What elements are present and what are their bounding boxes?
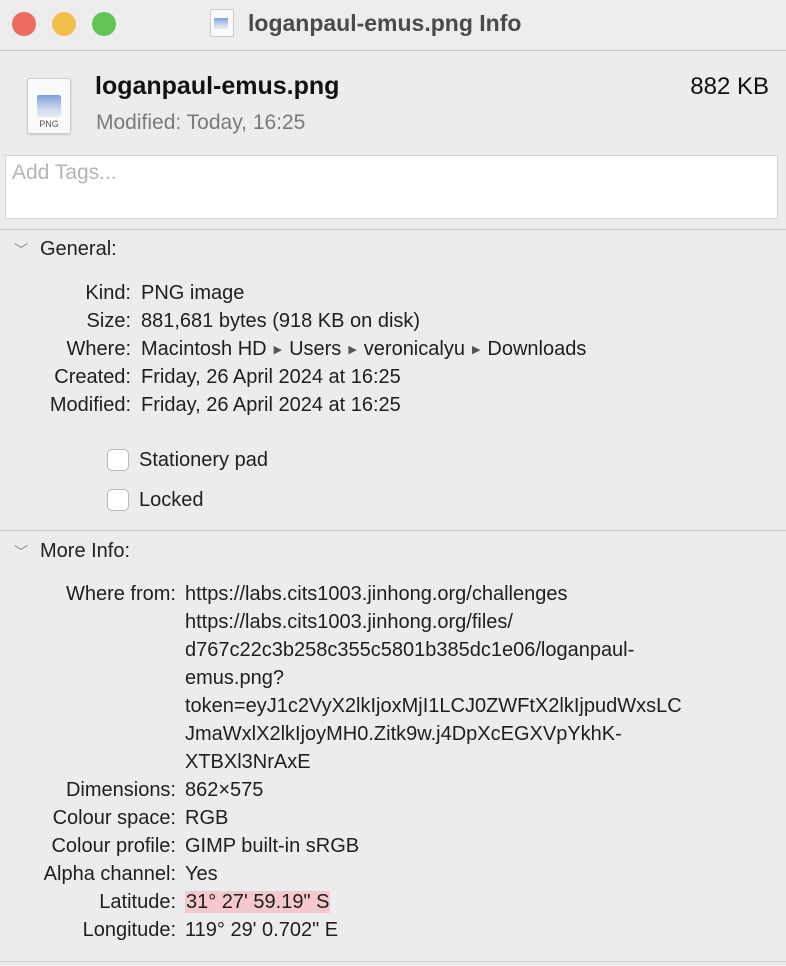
- divider: [0, 530, 786, 531]
- divider: [0, 961, 786, 962]
- section-title: More Info:: [40, 540, 131, 562]
- png-file-icon: [210, 9, 234, 37]
- general-section-toggle[interactable]: ﹀ General:: [14, 238, 117, 261]
- path-item: veronicalyu: [363, 338, 465, 360]
- divider: [0, 229, 786, 230]
- longitude-value: 119° 29' 0.702" E: [185, 919, 339, 941]
- url-line: https://labs.cits1003.jinhong.org/challe…: [185, 583, 568, 605]
- kind-label: Kind:: [85, 282, 131, 304]
- title-bar: loganpaul-emus.png Info: [0, 0, 786, 51]
- modified-value: Friday, 26 April 2024 at 16:25: [141, 394, 401, 416]
- url-line: d767c22c3b258c355c5801b385dc1e06/loganpa…: [185, 639, 635, 661]
- dimensions-label: Dimensions:: [65, 779, 176, 801]
- where-from-value: https://labs.cits1003.jinhong.org/challe…: [185, 580, 775, 776]
- file-size: 882 KB: [690, 73, 769, 100]
- locked-label[interactable]: Locked: [139, 489, 204, 512]
- path-arrow-icon: ▶: [471, 344, 481, 356]
- path-arrow-icon: ▶: [348, 344, 357, 356]
- url-line: https://labs.cits1003.jinhong.org/files/: [185, 611, 513, 633]
- longitude-label: Longitude:: [82, 919, 176, 941]
- kind-value: PNG image: [141, 282, 245, 304]
- section-title: General:: [40, 238, 117, 260]
- tags-input[interactable]: Add Tags...: [5, 155, 778, 219]
- where-label: Where:: [66, 338, 131, 360]
- path-item: Macintosh HD: [141, 338, 267, 360]
- size-value: 881,681 bytes (918 KB on disk): [141, 310, 421, 332]
- modified-summary: Modified: Today, 16:25: [96, 111, 306, 134]
- modified-label: Modified:: [49, 394, 131, 416]
- latitude-highlight: 31° 27' 59.19" S: [185, 891, 331, 913]
- locked-checkbox[interactable]: [107, 489, 129, 511]
- chevron-down-icon: ﹀: [14, 242, 28, 258]
- url-line: XTBXl3NrAxE: [185, 751, 311, 773]
- url-line: emus.png?: [185, 667, 284, 689]
- colour-profile-label: Colour profile:: [51, 835, 176, 857]
- file-name: loganpaul-emus.png: [95, 72, 340, 100]
- more-info-section-toggle[interactable]: ﹀ More Info:: [14, 540, 130, 563]
- colour-space-value: RGB: [185, 807, 229, 829]
- colour-space-label: Colour space:: [52, 807, 176, 829]
- chevron-down-icon: ﹀: [14, 544, 28, 560]
- path-arrow-icon: ▶: [273, 344, 283, 356]
- zoom-button[interactable]: [92, 12, 116, 36]
- where-path: Macintosh HD ▶ Users ▶ veronicalyu ▶ Downloads: [141, 335, 586, 364]
- url-line: token=eyJ1c2VyX2lkIjoxMjI1LCJ0ZWFtX2lkIj…: [185, 695, 682, 717]
- window-title: loganpaul-emus.png Info: [248, 10, 522, 36]
- png-file-icon: PNG: [27, 78, 71, 134]
- path-item: Users: [289, 338, 342, 360]
- latitude-value: 31° 27' 59.19" S: [185, 888, 775, 916]
- url-line: JmaWxlX2lkIjoyMH0.Zitk9w.j4DpXcEGXVpYkhK…: [185, 723, 622, 745]
- latitude-label: Latitude:: [99, 891, 176, 913]
- path-item: Downloads: [487, 338, 587, 360]
- where-from-label: Where from:: [65, 583, 176, 605]
- created-value: Friday, 26 April 2024 at 16:25: [141, 366, 401, 388]
- alpha-channel-label: Alpha channel:: [43, 863, 176, 885]
- alpha-channel-value: Yes: [185, 863, 218, 885]
- colour-profile-value: GIMP built-in sRGB: [185, 835, 360, 857]
- stationery-pad-label[interactable]: Stationery pad: [139, 449, 268, 472]
- size-label: Size:: [86, 310, 131, 332]
- close-button[interactable]: [12, 12, 36, 36]
- stationery-pad-checkbox[interactable]: [107, 449, 129, 471]
- dimensions-value: 862×575: [185, 779, 264, 801]
- minimize-button[interactable]: [52, 12, 76, 36]
- created-label: Created:: [54, 366, 131, 388]
